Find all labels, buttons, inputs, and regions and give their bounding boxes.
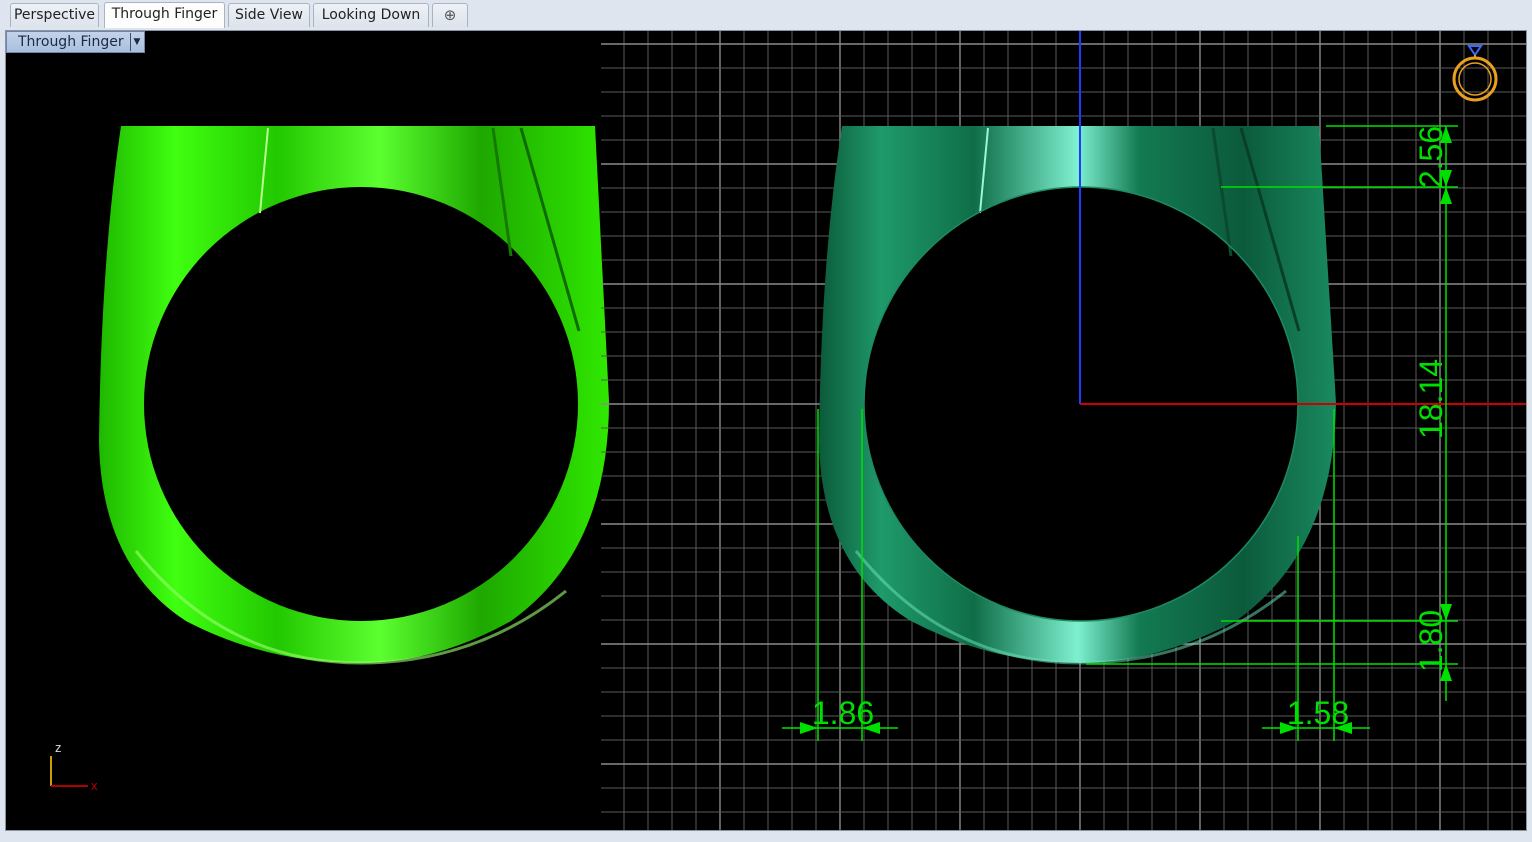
rendered-ring <box>99 126 609 665</box>
dimension-label-left-thickness: 1.86 <box>812 695 874 731</box>
shaded-ring <box>819 126 1336 665</box>
plus-icon: ⊕ <box>443 6 457 24</box>
add-tab-button[interactable]: ⊕ <box>432 3 468 27</box>
dimension-label-right-thickness: 1.58 <box>1287 695 1349 731</box>
viewport-title: Through Finger <box>18 34 124 50</box>
viewport[interactable]: Through Finger ▼ 2.56 18.14 1.80 1.86 1.… <box>5 30 1527 831</box>
dimension-label-bottom-thickness: 1.80 <box>1413 610 1449 672</box>
tab-label: Perspective <box>13 7 96 23</box>
axis-label-x: x <box>91 778 98 793</box>
tab-through-finger[interactable]: Through Finger <box>104 2 225 28</box>
tab-label: Side View <box>235 7 303 23</box>
tab-side-view[interactable]: Side View <box>228 3 310 27</box>
tab-label: Through Finger <box>111 6 218 22</box>
dimension-label-top-height: 2.56 <box>1413 126 1449 188</box>
dimension-label-inner-diameter: 18.14 <box>1413 359 1449 439</box>
viewport-tab-bar: Perspective Through Finger Side View Loo… <box>0 0 1532 30</box>
status-strip <box>0 831 1532 842</box>
tab-looking-down[interactable]: Looking Down <box>313 3 429 27</box>
axis-label-z: z <box>55 740 62 755</box>
viewport-title-button[interactable]: Through Finger ▼ <box>6 31 145 53</box>
viewport-canvas: 2.56 18.14 1.80 1.86 1.58 z x <box>50 31 1526 830</box>
axis-triad-icon: z x <box>50 740 98 793</box>
chevron-down-icon[interactable]: ▼ <box>130 33 143 51</box>
tab-label: Looking Down <box>321 7 421 23</box>
tab-perspective[interactable]: Perspective <box>10 3 99 27</box>
